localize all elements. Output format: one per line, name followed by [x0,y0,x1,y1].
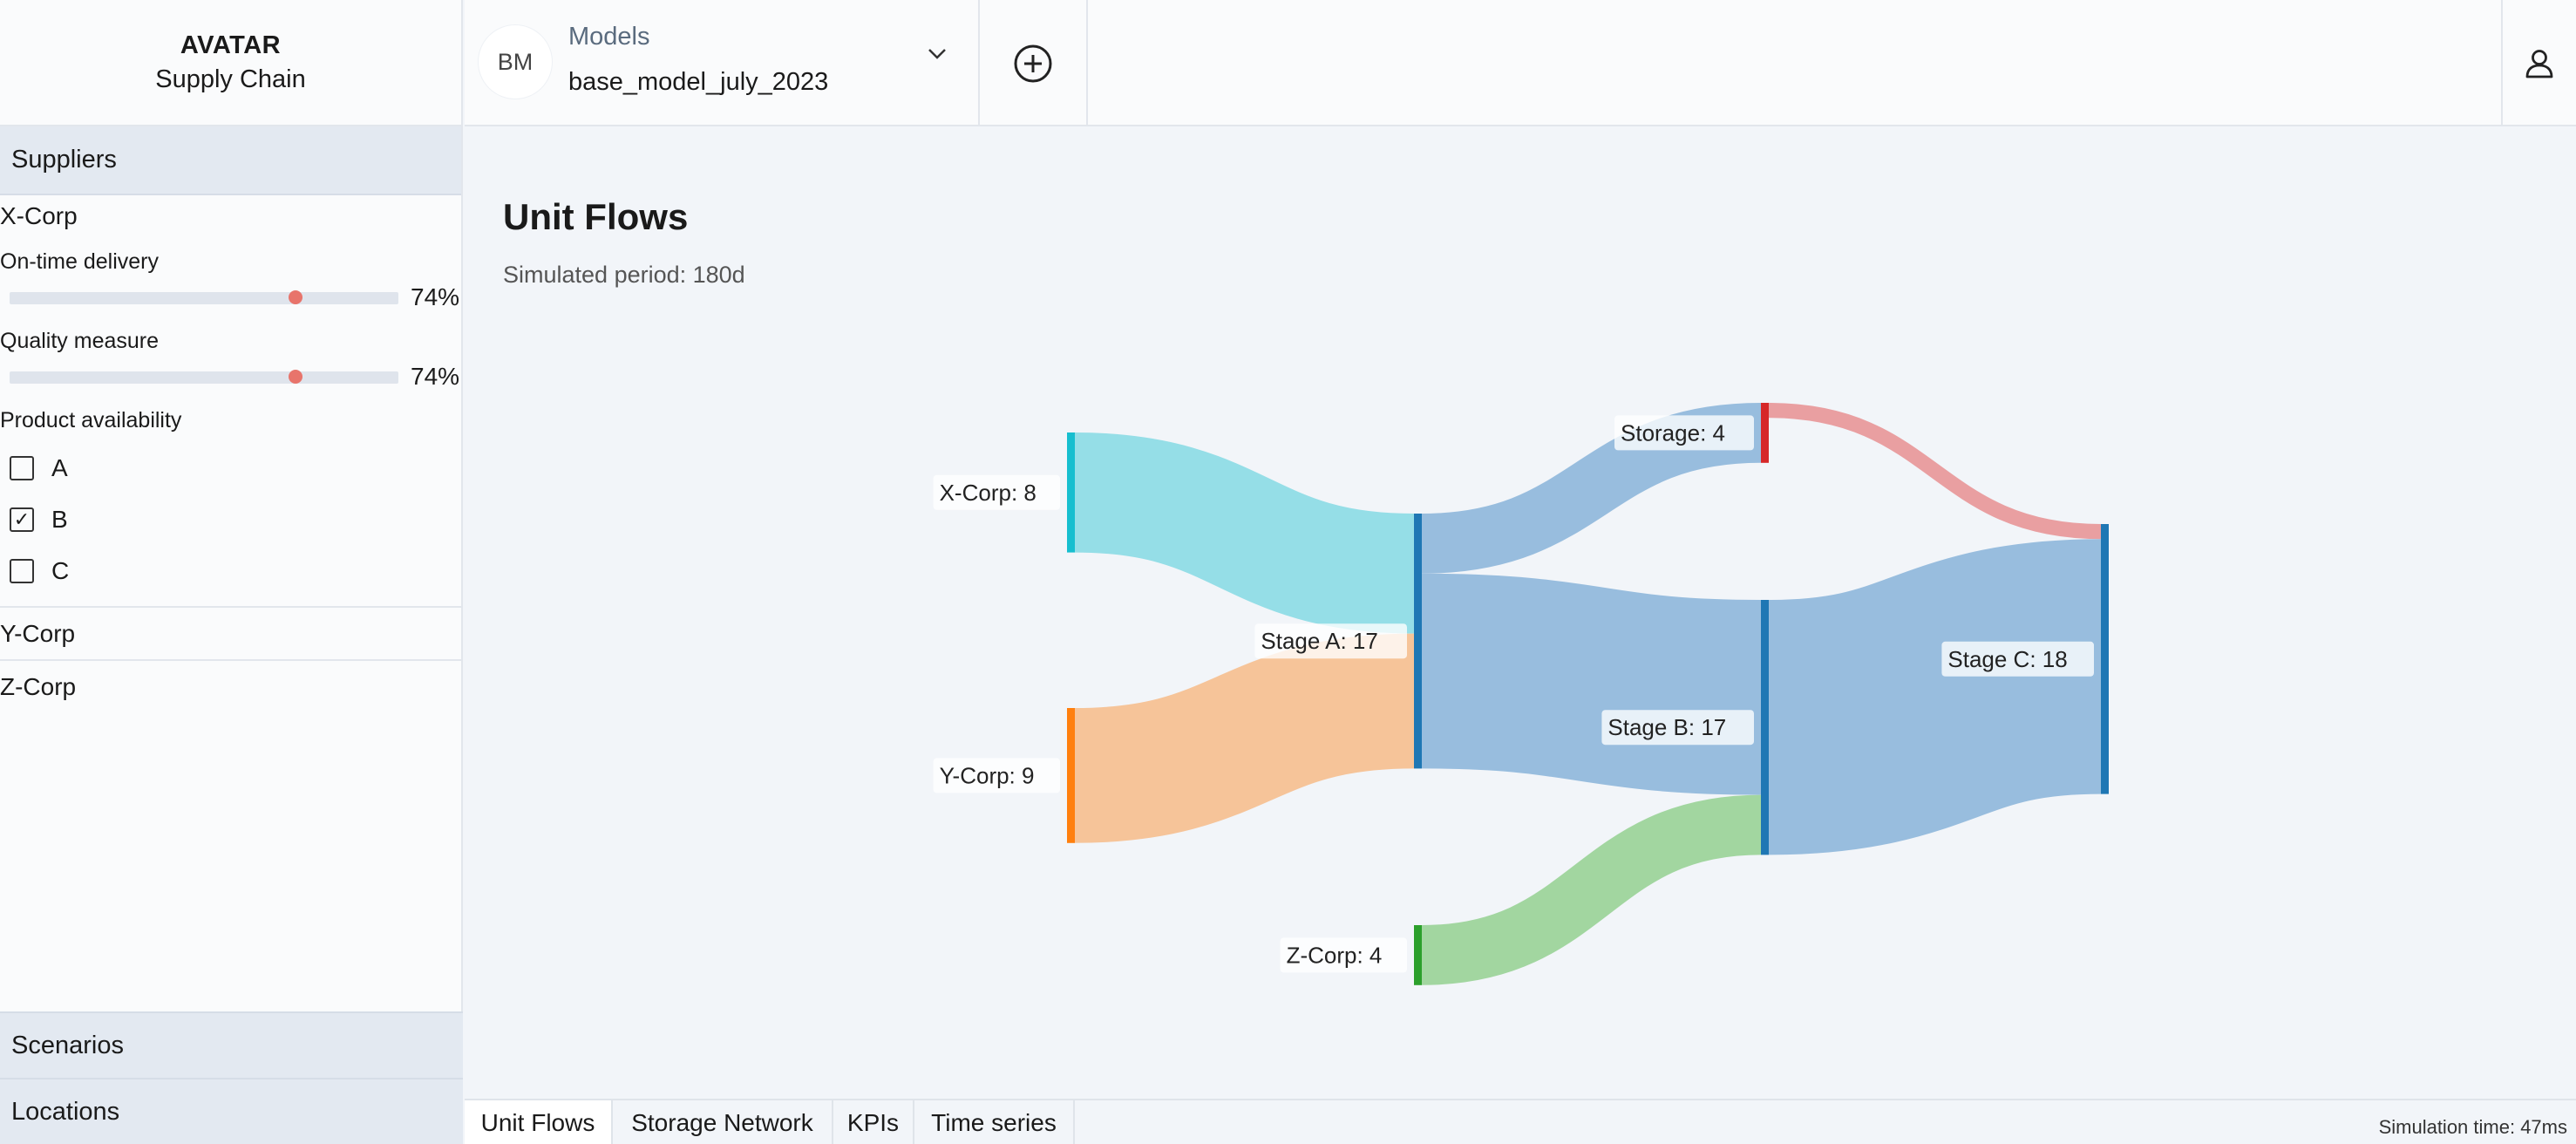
brand-subtitle: Supply Chain [155,65,306,93]
user-icon [2525,49,2553,78]
sankey-node-xcorp[interactable] [1067,432,1075,553]
tab-kpis[interactable]: KPIs [833,1100,914,1144]
user-menu-button[interactable] [2501,0,2576,126]
sankey-node-ycorp[interactable] [1067,708,1075,843]
add-model-button[interactable] [980,0,1088,126]
sankey-label-stageB: Stage B: 17 [1607,714,1726,740]
sankey-node-stageC[interactable] [2101,524,2109,794]
brand-title: AVATAR [180,31,282,59]
checkbox-label: B [51,505,68,533]
suppliers-section-header[interactable]: Suppliers [0,126,461,195]
scenarios-section-header[interactable]: Scenarios [0,1011,463,1078]
sankey-node-storage[interactable] [1761,403,1769,463]
sankey-link-storage-stageC [1768,403,2102,540]
sankey-link-zcorp-stageB [1421,794,1762,985]
slider-handle[interactable] [289,290,303,304]
supplier-item-x-corp[interactable]: X-Corp [0,195,461,237]
top-bar: BM Models base_model_july_2023 [465,0,2576,126]
sankey-label-zcorp: Z-Corp: 4 [1287,942,1383,968]
slider-handle[interactable] [289,370,303,384]
product-checkbox-c[interactable]: C [0,545,461,596]
checkbox[interactable] [10,455,34,480]
quality-measure-slider[interactable]: 74% [0,354,461,396]
slider-track[interactable] [10,370,398,384]
simulation-time: Simulation time: 47ms [2378,1116,2567,1138]
sankey-label-ycorp: Y-Corp: 9 [940,762,1035,788]
slider-track[interactable] [10,290,398,304]
chevron-down-icon[interactable] [924,40,950,66]
on-time-delivery-label: On-time delivery [0,249,159,274]
on-time-delivery-slider[interactable]: 74% [0,275,461,317]
supplier-item-z-corp[interactable]: Z-Corp [0,659,461,712]
on-time-delivery-value: 74% [411,283,460,310]
model-selector[interactable]: BM Models base_model_july_2023 [465,0,980,126]
tab-time-series[interactable]: Time series [914,1100,1075,1144]
checkbox-label: A [51,453,68,481]
sankey-link-ycorp-stageA [1073,633,1416,843]
add-circle-icon [1014,44,1052,82]
checkbox[interactable] [10,558,34,583]
checkbox[interactable]: ✓ [10,507,34,532]
product-checkbox-b[interactable]: ✓ B [0,494,461,545]
sankey-link-stageA-stageB [1421,573,1762,795]
bottom-tab-bar: Unit Flows Storage Network KPIs Time ser… [465,1099,2576,1144]
sankey-label-storage: Storage: 4 [1621,419,1725,446]
sankey-link-xcorp-stageA [1074,432,1415,634]
avatar: BM [478,24,553,99]
brand: AVATAR Supply Chain [0,0,461,126]
sankey-node-stageB[interactable] [1761,600,1769,855]
sankey-label-xcorp: X-Corp: 8 [940,480,1037,506]
sankey-node-zcorp[interactable] [1414,925,1422,985]
supplier-x-corp-panel: X-Corp On-time delivery 74% Quality meas… [0,195,461,596]
supplier-item-y-corp[interactable]: Y-Corp [0,606,461,659]
model-name: base_model_july_2023 [568,68,829,96]
product-availability-label: Product availability [0,408,182,432]
product-checkbox-a[interactable]: A [0,442,461,494]
tab-unit-flows[interactable]: Unit Flows [465,1100,613,1144]
locations-section-header[interactable]: Locations [0,1078,463,1144]
sankey-node-stageA[interactable] [1414,514,1422,769]
main-content: Unit Flows Simulated period: 180d X-Corp… [465,128,2576,1099]
tab-storage-network[interactable]: Storage Network [613,1100,833,1144]
sidebar: AVATAR Supply Chain Suppliers X-Corp On-… [0,0,463,1144]
models-label: Models [568,23,650,51]
sankey-label-stageA: Stage A: 17 [1261,628,1377,654]
checkbox-label: C [51,556,70,584]
quality-measure-label: Quality measure [0,329,160,353]
sankey-chart: X-Corp: 8 Y-Corp: 9 Z-Corp: 4 Stage A: 17 St… [933,403,2109,985]
quality-measure-value: 74% [411,363,460,390]
sankey-label-stageC: Stage C: 18 [1947,646,2067,672]
